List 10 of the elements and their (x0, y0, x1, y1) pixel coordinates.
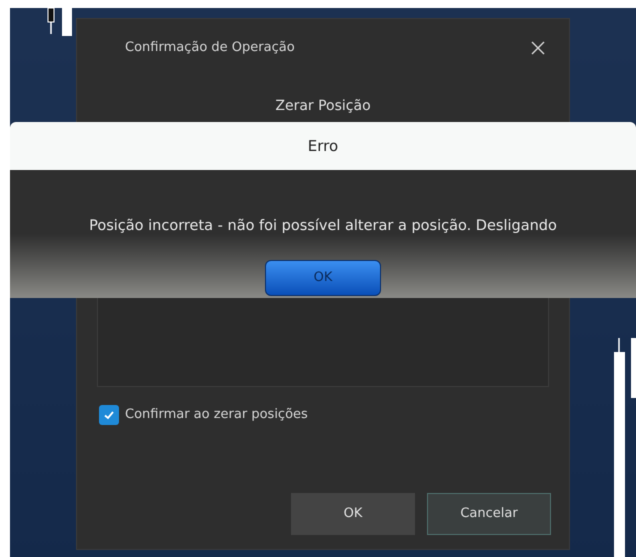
error-message: Posição incorreta - não foi possível alterar a posição. Desligando (89, 217, 557, 236)
dialog-heading: Zerar Posição (275, 97, 371, 115)
check-icon (103, 409, 115, 421)
dialog-title: Confirmação de Operação (125, 39, 295, 58)
cancel-button[interactable]: Cancelar (427, 493, 551, 535)
checkbox[interactable] (99, 405, 119, 425)
close-icon (530, 40, 546, 56)
ok-button[interactable]: OK (291, 493, 415, 535)
error-title: Erro (308, 136, 338, 157)
checkbox-label: Confirmar ao zerar posições (125, 406, 308, 424)
